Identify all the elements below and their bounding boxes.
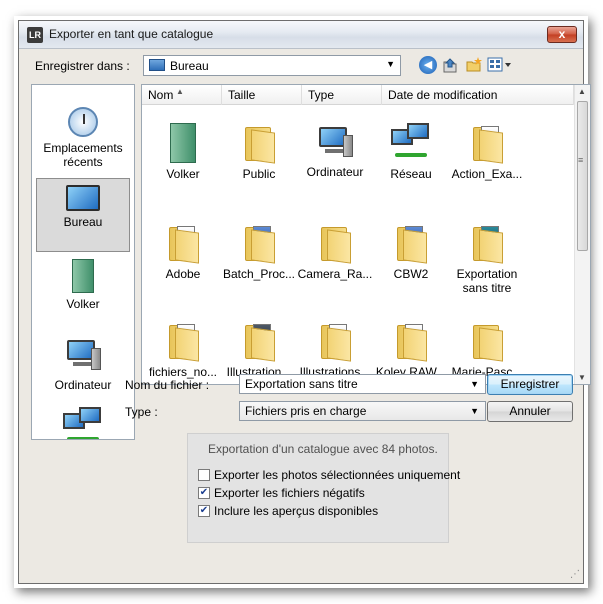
place-label: Volker bbox=[66, 297, 100, 311]
place-label: Bureau bbox=[63, 215, 103, 229]
title-bar[interactable]: LR Exporter en tant que catalogue x bbox=[19, 21, 583, 49]
list-item[interactable]: Exportation sans titre bbox=[448, 223, 526, 295]
list-item[interactable]: Marie-Pasc... bbox=[448, 321, 526, 379]
list-item[interactable]: Illustration... bbox=[220, 321, 298, 379]
checkmark-icon[interactable]: ✔ bbox=[198, 487, 210, 499]
folder-icon bbox=[241, 321, 277, 362]
place-desktop[interactable]: Bureau bbox=[36, 178, 130, 252]
place-recent[interactable]: Emplacements récents bbox=[36, 107, 130, 169]
checkmark-icon[interactable]: ✔ bbox=[198, 505, 210, 517]
places-bar: Emplacements récents Bureau Volker Ordin… bbox=[31, 84, 135, 440]
list-item[interactable]: Public bbox=[220, 123, 298, 181]
list-item[interactable]: Camera_Ra... bbox=[296, 223, 374, 281]
chevron-down-icon[interactable]: ▼ bbox=[470, 375, 479, 393]
column-header-name[interactable]: Nom ▲ bbox=[142, 85, 222, 105]
filetype-dropdown[interactable]: Fichiers pris en charge ▼ bbox=[239, 401, 486, 421]
user-folder-icon bbox=[170, 123, 196, 163]
export-options-panel: Exportation d'un catalogue avec 84 photo… bbox=[187, 433, 460, 543]
cancel-button[interactable]: Annuler bbox=[487, 401, 573, 422]
folder-icon bbox=[241, 223, 277, 264]
save-in-dropdown[interactable]: Bureau ▼ bbox=[143, 55, 401, 76]
recent-places-icon bbox=[68, 107, 98, 137]
dialog-title: Exporter en tant que catalogue bbox=[49, 27, 214, 41]
scroll-grip-icon: ≡ bbox=[578, 155, 584, 165]
save-in-value: Bureau bbox=[170, 59, 209, 73]
close-button[interactable]: x bbox=[547, 26, 577, 43]
folder-icon bbox=[165, 223, 201, 264]
computer-icon bbox=[63, 338, 103, 374]
list-item[interactable]: CBW2 bbox=[372, 223, 450, 281]
scrollbar-thumb[interactable] bbox=[577, 101, 588, 251]
user-folder-icon bbox=[72, 259, 94, 293]
save-in-label: Enregistrer dans : bbox=[35, 59, 130, 73]
list-item[interactable]: Ordinateur bbox=[296, 125, 374, 179]
list-item[interactable]: Réseau bbox=[372, 123, 450, 181]
list-item[interactable]: Illustrations... bbox=[296, 321, 374, 379]
list-item[interactable]: Action_Exa... bbox=[448, 123, 526, 181]
scroll-up-icon[interactable]: ▲ bbox=[578, 87, 586, 96]
checkbox-unchecked[interactable] bbox=[198, 469, 210, 481]
folder-icon bbox=[469, 223, 505, 264]
list-item[interactable]: fichiers_no... bbox=[144, 321, 222, 379]
place-label: Ordinateur bbox=[54, 378, 112, 392]
column-header-type[interactable]: Type bbox=[302, 85, 382, 105]
list-item[interactable]: Volker bbox=[144, 123, 222, 181]
list-item[interactable]: Batch_Proc... bbox=[220, 223, 298, 281]
list-item[interactable]: Koley RAW... bbox=[372, 321, 450, 379]
folder-icon bbox=[317, 321, 353, 362]
filetype-label: Type : bbox=[125, 405, 158, 419]
filename-field[interactable]: Exportation sans titre ▼ bbox=[239, 374, 486, 394]
folder-icon bbox=[317, 223, 353, 264]
folder-icon bbox=[241, 123, 277, 164]
place-network[interactable] bbox=[36, 407, 130, 439]
folder-icon bbox=[165, 321, 201, 362]
network-icon bbox=[389, 123, 433, 163]
sort-ascending-icon: ▲ bbox=[176, 87, 184, 96]
folder-document-icon bbox=[393, 321, 429, 362]
filename-label: Nom du fichier : bbox=[125, 378, 210, 392]
folder-icon bbox=[469, 321, 505, 362]
scroll-down-icon[interactable]: ▼ bbox=[578, 373, 586, 382]
folder-document-icon bbox=[469, 123, 505, 164]
new-folder-icon[interactable] bbox=[465, 56, 483, 74]
place-computer[interactable]: Ordinateur bbox=[36, 338, 130, 392]
export-summary: Exportation d'un catalogue avec 84 photo… bbox=[208, 442, 438, 456]
file-list-pane[interactable]: Nom ▲ Taille Type Date de modification ▲… bbox=[141, 84, 591, 385]
save-button[interactable]: Enregistrer bbox=[487, 374, 573, 395]
list-item[interactable]: Adobe bbox=[144, 223, 222, 281]
resize-grip-icon[interactable]: ⋰ bbox=[570, 569, 580, 580]
column-header-date[interactable]: Date de modification bbox=[382, 85, 574, 105]
column-header-size[interactable]: Taille bbox=[222, 85, 302, 105]
back-icon[interactable]: ◀ bbox=[419, 56, 437, 74]
desktop-icon bbox=[149, 59, 165, 71]
folder-icon bbox=[393, 223, 429, 264]
views-menu-icon[interactable] bbox=[487, 56, 513, 74]
chevron-down-icon: ▼ bbox=[470, 406, 479, 416]
desktop-icon bbox=[66, 185, 100, 211]
network-icon bbox=[61, 407, 105, 439]
up-folder-icon[interactable] bbox=[441, 56, 459, 74]
place-volker[interactable]: Volker bbox=[36, 259, 130, 311]
column-headers: Nom ▲ Taille Type Date de modification bbox=[142, 85, 574, 105]
computer-icon bbox=[315, 125, 355, 161]
vertical-scrollbar[interactable]: ▲ ≡ ▼ bbox=[574, 85, 590, 384]
chevron-down-icon: ▼ bbox=[386, 59, 395, 69]
export-catalog-dialog: LR Exporter en tant que catalogue x Enre… bbox=[18, 20, 591, 584]
lightroom-app-icon: LR bbox=[27, 27, 43, 43]
place-label: Emplacements récents bbox=[43, 141, 123, 169]
